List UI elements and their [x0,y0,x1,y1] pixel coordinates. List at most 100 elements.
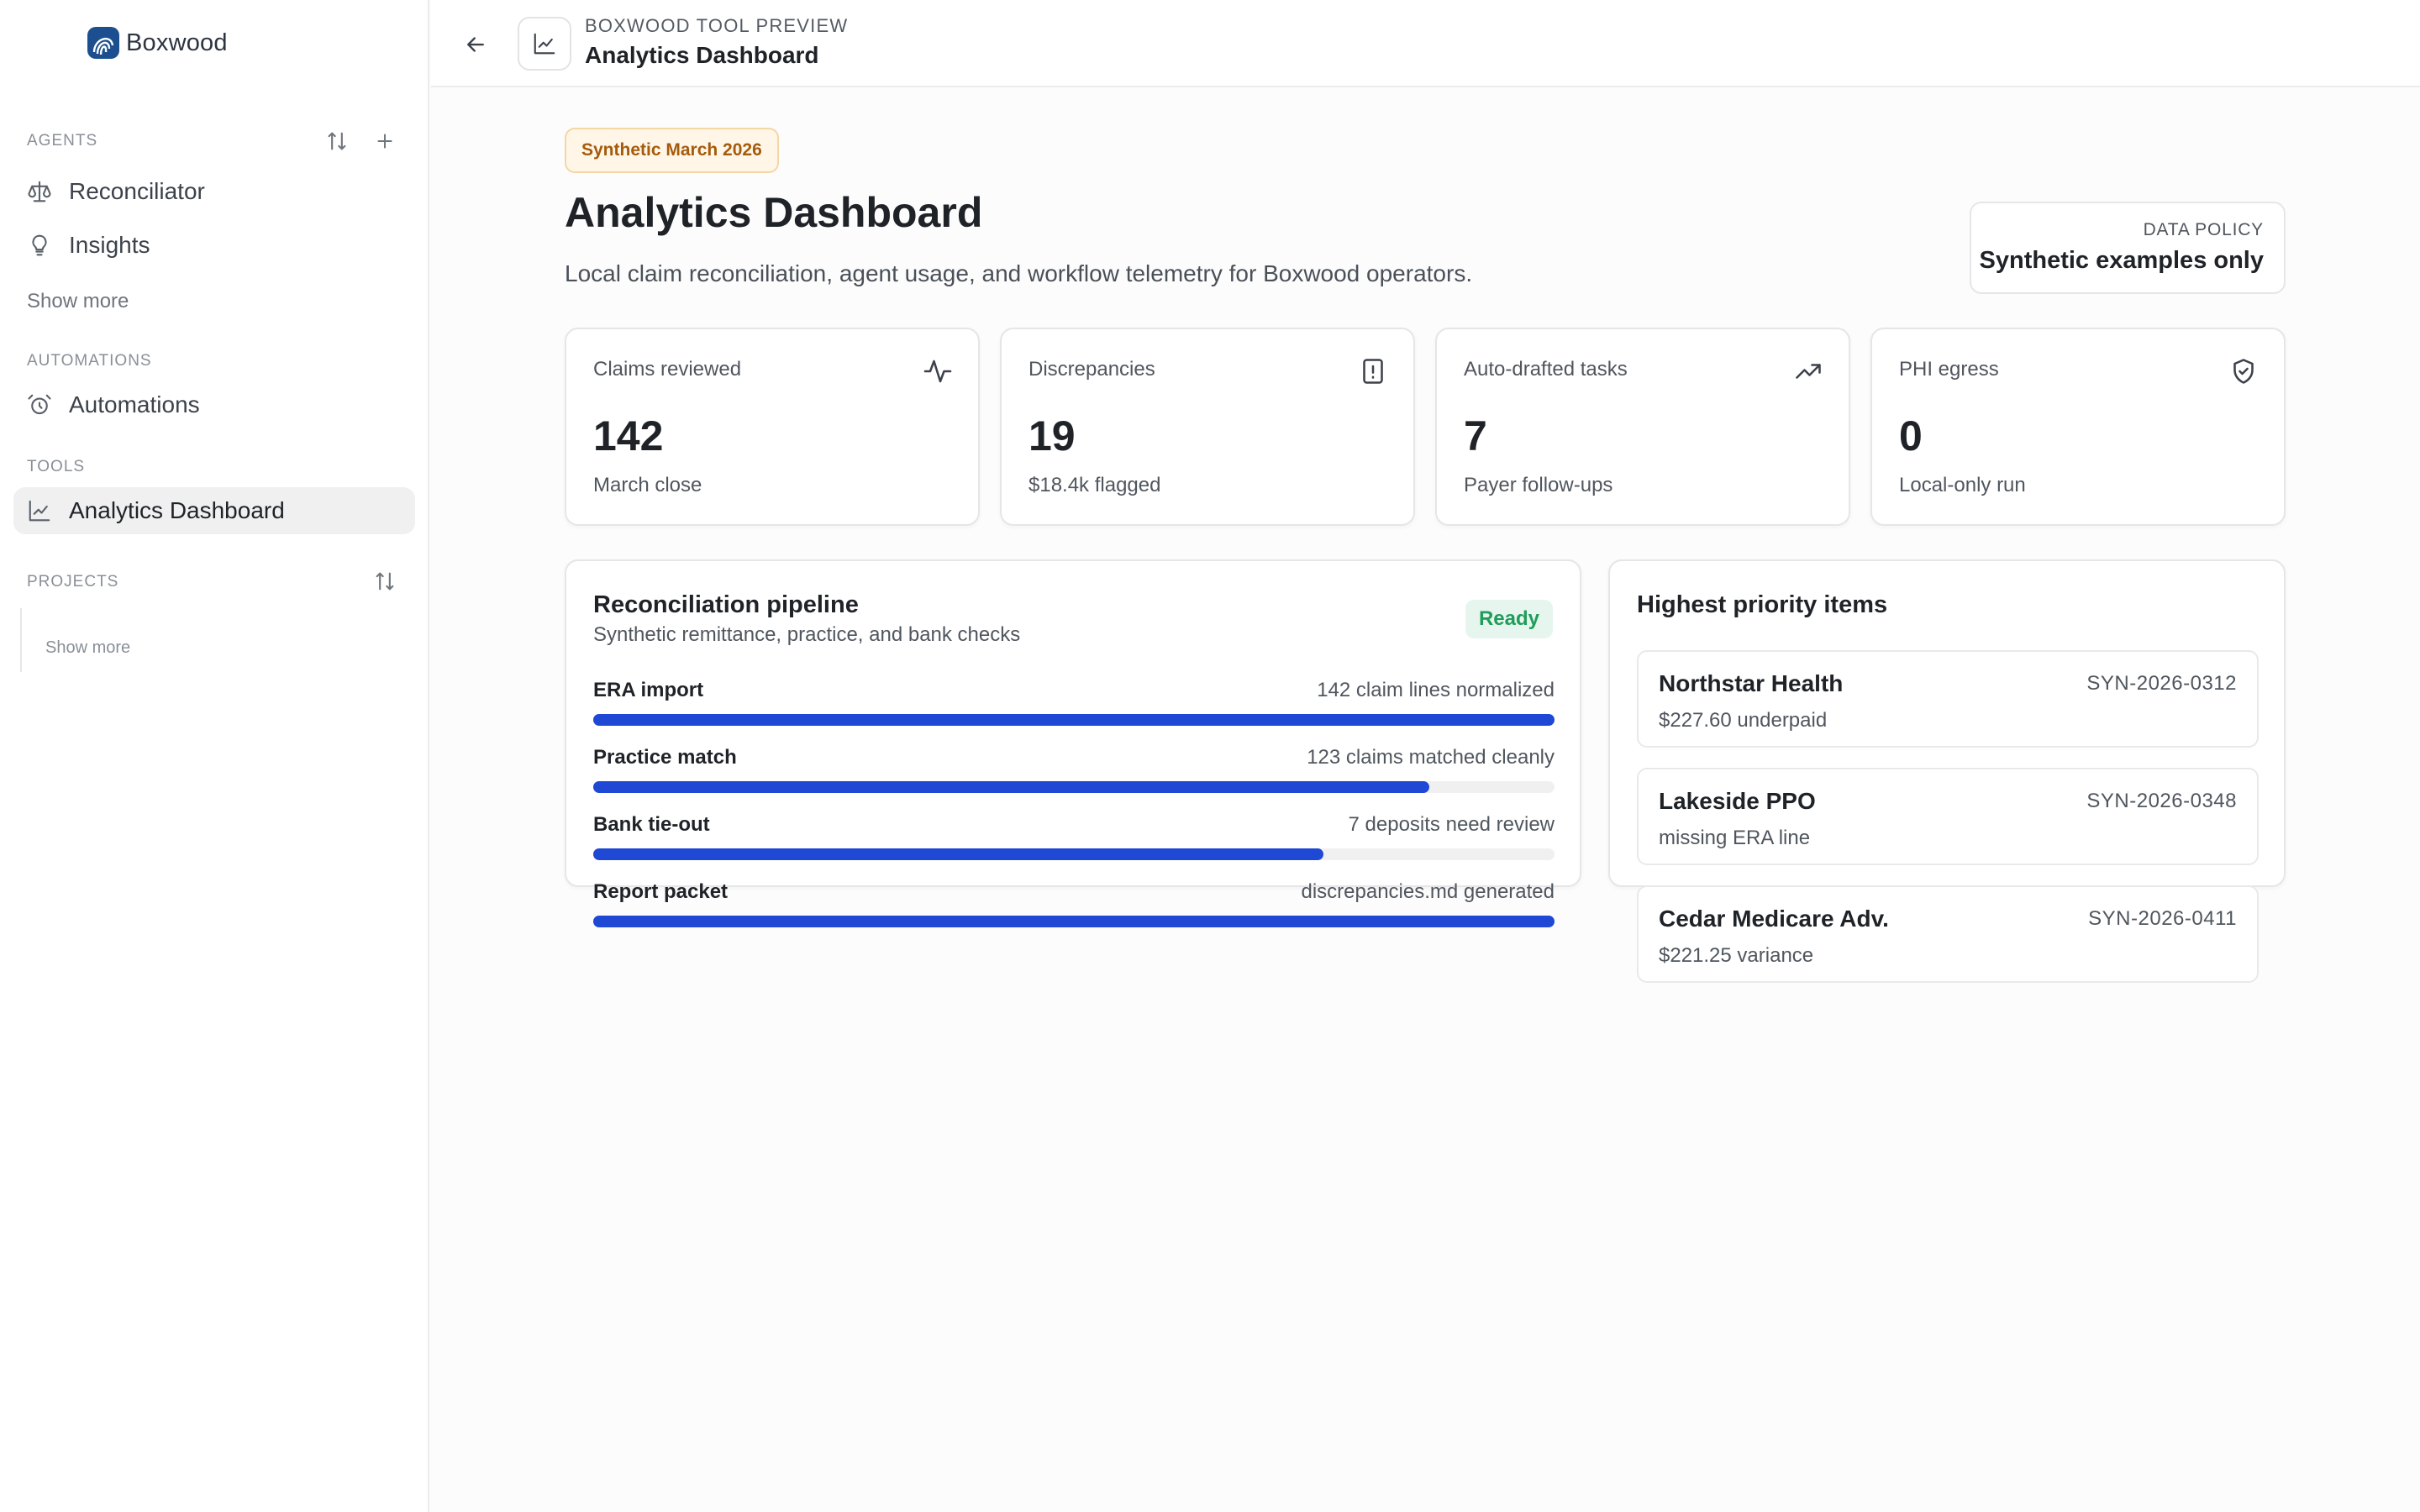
agents-show-more[interactable]: Show more [27,290,129,313]
progress-fill [593,714,1555,726]
automations-section-label: Automations [27,352,152,370]
stat-label: Claims reviewed [593,358,742,381]
stat-card-discrepancies: Discrepancies 19 $18.4k flagged [1000,328,1415,526]
sort-icon [328,132,346,150]
scale-icon [27,179,52,204]
sort-projects-button[interactable] [371,567,399,596]
alarm-clock-icon [27,392,52,417]
agents-section-label: Agents [27,132,98,150]
tools-section-label: Tools [27,458,86,475]
stat-sub: Local-only run [1899,474,2026,496]
stage-name: Bank tie-out [593,813,710,836]
line-chart-icon [27,498,52,523]
page-subtitle: Local claim reconciliation, agent usage,… [565,260,1473,286]
stat-value: 7 [1464,412,1487,459]
priority-item[interactable]: Northstar Health SYN-2026-0312 $227.60 u… [1637,650,2259,748]
plus-icon [377,134,392,149]
sidebar-item-automations[interactable]: Automations [13,381,415,428]
stat-card-auto-drafted-tasks: Auto-drafted tasks 7 Payer follow-ups [1435,328,1850,526]
stage-note: 142 claim lines normalized [1317,679,1555,701]
sidebar-item-label: Reconciliator [69,178,205,204]
add-agent-button[interactable] [371,127,399,155]
pipeline-stage-era-import: ERA import 142 claim lines normalized [593,679,1555,729]
data-policy-card: DATA POLICY Synthetic examples only [1970,202,2286,294]
priority-title: Highest priority items [1637,591,1888,618]
priority-item-name: Cedar Medicare Adv. [1659,906,1889,932]
progress-fill [593,848,1324,860]
tool-icon-box [518,17,571,71]
page-title: Analytics Dashboard [565,189,983,236]
arrow-left-icon [467,37,484,52]
data-policy-value: Synthetic examples only [1979,247,2264,274]
stat-sub: $18.4k flagged [1028,474,1161,496]
priority-item[interactable]: Lakeside PPO SYN-2026-0348 missing ERA l… [1637,768,2259,865]
stat-label: Auto-drafted tasks [1464,358,1628,381]
stat-card-claims-reviewed: Claims reviewed 142 March close [565,328,980,526]
stage-name: ERA import [593,679,704,701]
sort-agents-button[interactable] [323,127,351,155]
progress-track [593,848,1555,860]
lightbulb-icon [27,233,52,258]
stat-sub: March close [593,474,702,496]
shield-check-icon [2233,359,2254,384]
stat-sub: Payer follow-ups [1464,474,1613,496]
highest-priority-card: Highest priority items Northstar Health … [1608,559,2286,983]
progress-track [593,916,1555,927]
sidebar-item-analytics-dashboard[interactable]: Analytics Dashboard [13,487,415,534]
progress-fill [593,916,1555,927]
progress-track [593,781,1555,793]
priority-item-desc: missing ERA line [1659,827,1811,849]
stage-name: Practice match [593,746,737,769]
stat-value: 0 [1899,412,1923,459]
priority-item-name: Northstar Health [1659,670,1844,696]
sidebar-item-label: Automations [69,391,200,417]
priority-item-id: SYN-2026-0411 [2088,907,2237,930]
activity-icon [923,360,952,383]
topbar: BOXWOOD TOOL PREVIEW Analytics Dashboard [431,0,2420,87]
reconciliation-pipeline-card: Reconciliation pipeline Synthetic remitt… [565,559,1581,927]
pipeline-stage-practice-match: Practice match 123 claims matched cleanl… [593,746,1555,796]
projects-show-more[interactable]: Show more [45,638,130,658]
priority-item-id: SYN-2026-0348 [2086,790,2237,812]
projects-divider [20,608,22,672]
alert-file-icon [1363,359,1383,384]
progress-track [593,714,1555,726]
stats-row: Claims reviewed 142 March close Discrepa… [565,328,2286,526]
back-button[interactable] [456,25,495,64]
boxwood-logo-icon [87,27,119,59]
stat-label: PHI egress [1899,358,1999,381]
stat-card-phi-egress: PHI egress 0 Local-only run [1870,328,2286,526]
stat-label: Discrepancies [1028,358,1155,381]
priority-item-name: Lakeside PPO [1659,788,1816,814]
priority-item-desc: $221.25 variance [1659,944,1814,967]
projects-section-label: Projects [27,573,119,591]
sidebar-item-insights[interactable]: Insights [13,222,415,269]
stage-note: discrepancies.md generated [1301,880,1555,903]
priority-item-id: SYN-2026-0312 [2086,672,2237,695]
pipeline-subtitle: Synthetic remittance, practice, and bank… [593,623,1021,646]
line-chart-icon [534,33,555,55]
priority-item[interactable]: Cedar Medicare Adv. SYN-2026-0411 $221.2… [1637,885,2259,983]
sort-icon [376,572,394,591]
stage-note: 7 deposits need review [1348,813,1555,836]
stage-note: 123 claims matched cleanly [1307,746,1555,769]
stat-value: 142 [593,412,664,459]
brand[interactable]: Boxwood [86,25,228,60]
progress-fill [593,781,1430,793]
trending-up-icon [1796,364,1821,379]
stage-name: Report packet [593,880,729,903]
status-badge: Ready [1465,600,1553,638]
priority-item-desc: $227.60 underpaid [1659,709,1828,732]
stat-value: 19 [1028,412,1076,459]
sidebar-item-label: Insights [69,232,150,258]
sidebar: Boxwood Agents Reconciliator Insights Sh… [0,0,429,1512]
pipeline-title: Reconciliation pipeline [593,591,859,618]
topbar-kicker: BOXWOOD TOOL PREVIEW [585,15,849,36]
period-badge: Synthetic March 2026 [565,128,779,173]
pipeline-stage-report-packet: Report packet discrepancies.md generated [593,880,1555,931]
data-policy-label: DATA POLICY [2143,220,2264,239]
sidebar-item-reconciliator[interactable]: Reconciliator [13,168,415,215]
brand-name: Boxwood [126,29,228,56]
topbar-title: Analytics Dashboard [585,42,819,68]
pipeline-stage-bank-tie-out: Bank tie-out 7 deposits need review [593,813,1555,864]
